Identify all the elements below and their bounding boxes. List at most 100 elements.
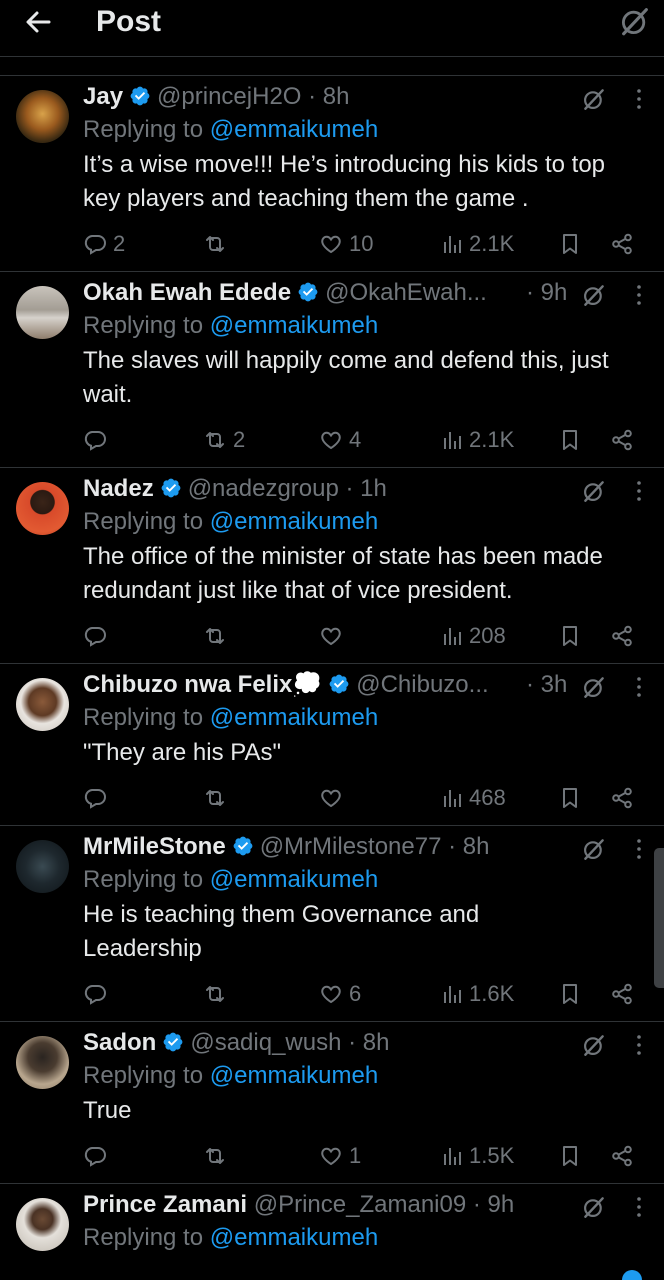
- avatar[interactable]: [16, 90, 69, 143]
- tweet[interactable]: Chibuzo nwa Felix💭 @Chibuzo... · 3h Reply…: [0, 664, 664, 826]
- mention-link[interactable]: @emmaikumeh: [210, 1062, 378, 1089]
- repost-button[interactable]: [203, 1139, 233, 1173]
- timestamp[interactable]: 8h: [363, 1029, 390, 1056]
- views-button[interactable]: 208: [439, 619, 506, 653]
- replying-to: Replying to @emmaikumeh: [83, 114, 664, 146]
- tweet[interactable]: Jay @princejH2O · 8h Replying to @emmaiku…: [0, 76, 664, 272]
- like-button[interactable]: 10: [319, 227, 373, 261]
- reply-button[interactable]: [83, 1139, 113, 1173]
- author-handle[interactable]: @OkahEwah...: [325, 279, 487, 306]
- author-name[interactable]: Nadez: [83, 475, 154, 502]
- timestamp[interactable]: 1h: [360, 475, 387, 502]
- views-button[interactable]: 1.6K: [439, 977, 514, 1011]
- view-count: 2.1K: [469, 427, 515, 452]
- tweet[interactable]: Prince Zamani @Prince_Zamani09 · 9h Repl…: [0, 1184, 664, 1280]
- timestamp[interactable]: 9h: [488, 1191, 515, 1218]
- views-button[interactable]: 2.1K: [439, 227, 514, 261]
- avatar[interactable]: [16, 1198, 69, 1251]
- author-name[interactable]: Jay: [83, 83, 123, 110]
- share-button[interactable]: [610, 977, 634, 1011]
- action-bar: 2 10 2.1K: [83, 227, 643, 261]
- bookmark-button[interactable]: [558, 423, 582, 457]
- reply-button[interactable]: [83, 423, 113, 457]
- more-options-icon[interactable]: [635, 1034, 643, 1056]
- grok-icon[interactable]: [581, 282, 607, 308]
- grok-icon[interactable]: [618, 4, 652, 38]
- mention-link[interactable]: @emmaikumeh: [210, 866, 378, 893]
- tweet[interactable]: Nadez @nadezgroup · 1h Replying to @emmai…: [0, 468, 664, 664]
- share-button[interactable]: [610, 423, 634, 457]
- grok-icon[interactable]: [581, 836, 607, 862]
- more-options-icon[interactable]: [635, 1196, 643, 1218]
- mention-link[interactable]: @emmaikumeh: [210, 1224, 378, 1251]
- grok-icon[interactable]: [581, 86, 607, 112]
- mention-link[interactable]: @emmaikumeh: [210, 704, 378, 731]
- author-name[interactable]: MrMileStone: [83, 833, 226, 860]
- mention-link[interactable]: @emmaikumeh: [210, 508, 378, 535]
- bookmark-button[interactable]: [558, 781, 582, 815]
- author-handle[interactable]: @sadiq_wush: [190, 1029, 341, 1056]
- grok-icon[interactable]: [581, 1194, 607, 1220]
- author-name[interactable]: Sadon: [83, 1029, 156, 1056]
- avatar[interactable]: [16, 286, 69, 339]
- bookmark-button[interactable]: [558, 1139, 582, 1173]
- bookmark-button[interactable]: [558, 977, 582, 1011]
- repost-button[interactable]: [203, 619, 233, 653]
- bookmark-button[interactable]: [558, 619, 582, 653]
- author-name[interactable]: Okah Ewah Edede: [83, 279, 291, 306]
- like-button[interactable]: 1: [319, 1139, 361, 1173]
- mention-link[interactable]: @emmaikumeh: [210, 312, 378, 339]
- timestamp[interactable]: 9h: [541, 279, 568, 306]
- tweet[interactable]: Sadon @sadiq_wush · 8h Replying to @emmai…: [0, 1022, 664, 1184]
- timestamp[interactable]: 3h: [541, 671, 568, 698]
- tweet[interactable]: Okah Ewah Edede @OkahEwah... · 9h Replyin…: [0, 272, 664, 468]
- bookmark-button[interactable]: [558, 227, 582, 261]
- reply-button[interactable]: [83, 781, 113, 815]
- timestamp[interactable]: 8h: [463, 833, 490, 860]
- mention-link[interactable]: @emmaikumeh: [210, 116, 378, 143]
- more-options-icon[interactable]: [635, 284, 643, 306]
- share-button[interactable]: [610, 227, 634, 261]
- views-button[interactable]: 468: [439, 781, 506, 815]
- share-button[interactable]: [610, 1139, 634, 1173]
- more-options-icon[interactable]: [635, 88, 643, 110]
- repost-button[interactable]: [203, 781, 233, 815]
- more-options-icon[interactable]: [635, 838, 643, 860]
- avatar[interactable]: [16, 840, 69, 893]
- reply-button[interactable]: 2: [83, 227, 125, 261]
- arrow-left-icon[interactable]: [22, 6, 54, 38]
- author-handle[interactable]: @princejH2O: [157, 83, 301, 110]
- scrollbar[interactable]: [654, 848, 664, 988]
- like-button[interactable]: 4: [319, 423, 361, 457]
- timestamp[interactable]: 8h: [323, 83, 350, 110]
- like-button[interactable]: [319, 781, 349, 815]
- like-button[interactable]: [319, 619, 349, 653]
- share-button[interactable]: [610, 619, 634, 653]
- grok-icon[interactable]: [581, 674, 607, 700]
- more-options-icon[interactable]: [635, 676, 643, 698]
- share-icon: [610, 982, 634, 1006]
- like-button[interactable]: 6: [319, 977, 361, 1011]
- avatar[interactable]: [16, 678, 69, 731]
- repost-button[interactable]: 2: [203, 423, 245, 457]
- grok-icon[interactable]: [581, 478, 607, 504]
- author-name[interactable]: Chibuzo nwa Felix💭: [83, 671, 322, 698]
- avatar[interactable]: [16, 482, 69, 535]
- reply-button[interactable]: [83, 977, 113, 1011]
- more-options-icon[interactable]: [635, 480, 643, 502]
- repost-button[interactable]: [203, 227, 233, 261]
- share-button[interactable]: [610, 781, 634, 815]
- repost-button[interactable]: [203, 977, 233, 1011]
- author-name[interactable]: Prince Zamani: [83, 1191, 247, 1218]
- author-handle[interactable]: @MrMilestone77: [260, 833, 442, 860]
- tweet[interactable]: MrMileStone @MrMilestone77 · 8h Replying …: [0, 826, 664, 1022]
- grok-icon[interactable]: [581, 1032, 607, 1058]
- avatar[interactable]: [16, 1036, 69, 1089]
- like-count: 10: [349, 231, 374, 256]
- reply-button[interactable]: [83, 619, 113, 653]
- author-handle[interactable]: @Prince_Zamani09: [254, 1191, 466, 1218]
- author-handle[interactable]: @Chibuzo...: [356, 671, 488, 698]
- author-handle[interactable]: @nadezgroup: [188, 475, 339, 502]
- views-button[interactable]: 1.5K: [439, 1139, 514, 1173]
- views-button[interactable]: 2.1K: [439, 423, 514, 457]
